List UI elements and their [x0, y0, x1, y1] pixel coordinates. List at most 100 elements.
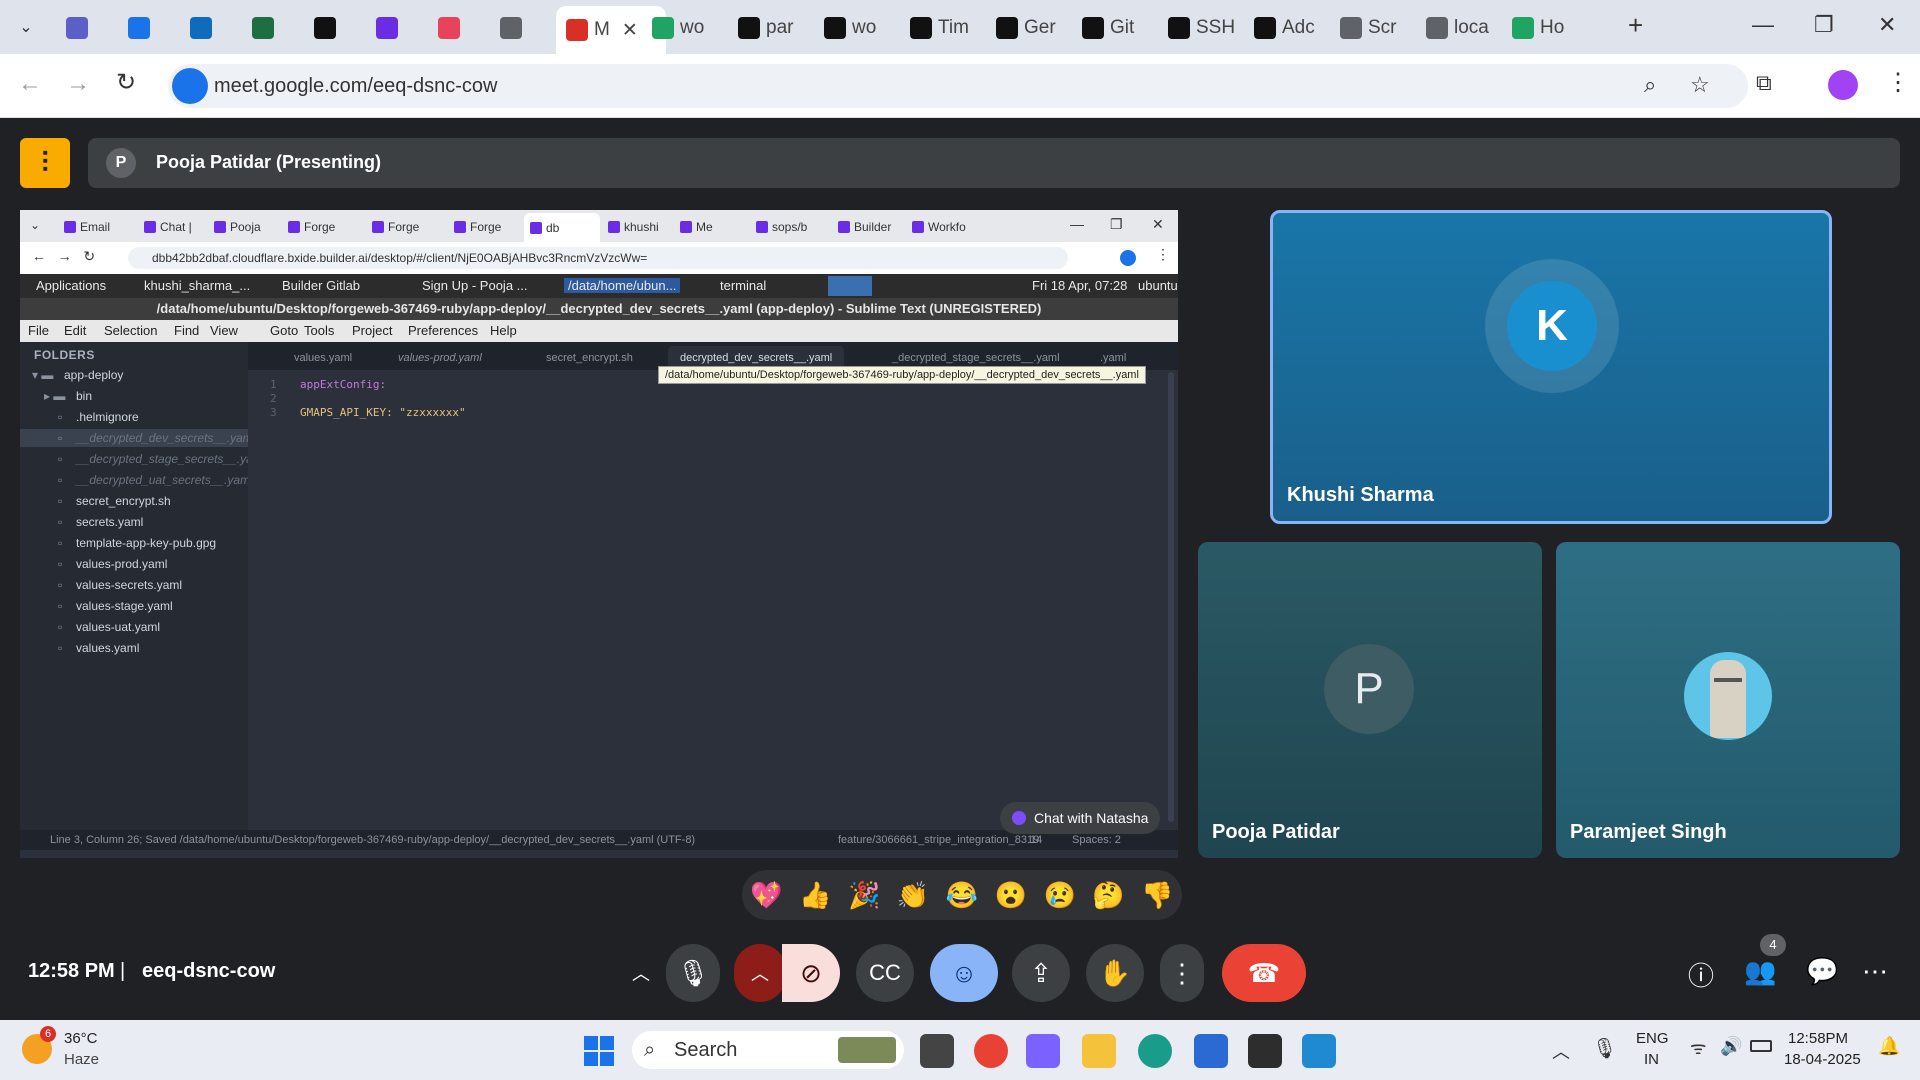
participant-tile-pooja[interactable]: P Pooja Patidar	[1198, 542, 1542, 858]
tab-search-button[interactable]: ⌄	[12, 14, 40, 42]
taskbar-date[interactable]: 18-04-2025	[1784, 1051, 1861, 1068]
browser-tab[interactable]: Tim	[900, 8, 978, 48]
new-tab-button[interactable]: +	[1628, 10, 1643, 41]
close-window-button[interactable]: ✕	[1878, 12, 1896, 38]
wifi-icon[interactable]: ᯤ	[1690, 1036, 1706, 1060]
word-icon[interactable]	[1194, 1034, 1228, 1068]
start-button[interactable]	[584, 1036, 614, 1066]
browser-tab[interactable]: Ger	[986, 8, 1064, 48]
shared-tab-label: Pooja	[230, 220, 261, 234]
restore-button[interactable]: ❐	[1814, 12, 1834, 38]
ubuntu-task-4: /data/home/ubun...	[564, 278, 681, 293]
browser-tab-label: Scr	[1368, 17, 1397, 38]
copilot-icon[interactable]	[1026, 1034, 1060, 1068]
shared-tab-icon	[372, 221, 384, 233]
people-icon[interactable]: 👥	[1744, 956, 1776, 987]
raise-hand-button[interactable]: ✋	[1086, 944, 1144, 1002]
browser-menu-button[interactable]: ⋮	[1886, 68, 1910, 97]
camera-off-button[interactable]: ⊘	[782, 944, 840, 1002]
volume-icon[interactable]: 🔊	[1720, 1036, 1742, 1057]
chat-with-natasha-button[interactable]: Chat with Natasha	[1000, 802, 1160, 834]
participant-tile-paramjeet[interactable]: Paramjeet Singh	[1556, 542, 1900, 858]
browser-tab[interactable]: Ho	[1502, 8, 1580, 48]
browser-tab[interactable]: Scr	[1330, 8, 1408, 48]
presentation-layout-icon[interactable]: ⫶	[20, 138, 70, 188]
task-view-icon[interactable]	[920, 1034, 954, 1068]
audio-options-button[interactable]: ︿	[616, 944, 666, 1002]
time-divider: |	[120, 960, 126, 982]
reaction-emoji[interactable]: 👍	[799, 880, 831, 911]
tray-mic-icon[interactable]: 🎙	[1592, 1036, 1617, 1061]
reaction-emoji[interactable]: 👏	[897, 880, 929, 911]
globe-icon	[500, 17, 522, 39]
browser-tab[interactable]: loca	[1416, 8, 1494, 48]
sublime-menu-item: Edit	[64, 323, 87, 338]
file-icon: ▫	[58, 473, 63, 487]
editor-scrollbar[interactable]	[1168, 372, 1174, 822]
reaction-emoji[interactable]: 👎	[1141, 880, 1173, 911]
tray-expand-icon[interactable]: ︿	[1552, 1038, 1570, 1064]
reaction-emoji[interactable]: 💖	[750, 880, 782, 911]
present-button[interactable]: ⇪	[1012, 944, 1070, 1002]
shared-tab-label: Email	[80, 220, 111, 234]
shared-tab-icon	[144, 221, 156, 233]
shared-tab: sops/b	[750, 215, 820, 239]
sidebar-item: secrets.yaml	[76, 515, 144, 529]
taskbar-search-label: Search	[674, 1039, 738, 1061]
activities-icon[interactable]: ⋯	[1862, 956, 1888, 987]
captions-button[interactable]: CC	[856, 944, 914, 1002]
mic-indicator-icon[interactable]	[172, 68, 208, 104]
more-options-button[interactable]: ⋮	[1160, 944, 1204, 1002]
minimize-button[interactable]: —	[1752, 12, 1774, 38]
browser-tab-label: M	[594, 19, 610, 40]
taskbar-search[interactable]: ⌕ Search	[632, 1031, 904, 1069]
edge-icon[interactable]	[1138, 1034, 1172, 1068]
microphone-button[interactable]: 🎙	[666, 944, 720, 1002]
browser-tab[interactable]: Git	[1072, 8, 1150, 48]
browser-tab-label: par	[766, 17, 794, 38]
emoji-button[interactable]: ☺	[930, 944, 998, 1002]
file-explorer-icon[interactable]	[1082, 1034, 1116, 1068]
shared-tab: Forge	[448, 215, 518, 239]
chrome-taskbar-icon[interactable]	[974, 1034, 1008, 1068]
taskbar-time[interactable]: 12:58PM	[1788, 1030, 1848, 1047]
meeting-info-icon[interactable]: ⓘ	[1688, 956, 1714, 993]
reaction-emoji[interactable]: 🤔	[1092, 880, 1124, 911]
language-indicator[interactable]: ENG	[1636, 1030, 1669, 1047]
reload-button[interactable]: ↻	[116, 68, 136, 97]
browser-tab[interactable]: wo	[642, 8, 720, 48]
meeting-code: eeq-dsnc-cow	[142, 960, 276, 982]
terminal-icon[interactable]	[1248, 1034, 1282, 1068]
reaction-emoji[interactable]: 😢	[1044, 880, 1076, 911]
reaction-emoji[interactable]: 😮	[995, 880, 1027, 911]
folder-icon: ▸ ▬	[44, 389, 66, 403]
browser-tab[interactable]: SSH	[1158, 8, 1236, 48]
sidebar-item: __decrypted_dev_secrets__.yaml	[76, 431, 256, 445]
reaction-emoji[interactable]: 😂	[946, 880, 978, 911]
bookmark-star-icon[interactable]: ☆	[1690, 72, 1710, 98]
browser-tab[interactable]: wo	[814, 8, 892, 48]
sidebar-item: .helmignore	[76, 410, 139, 424]
forward-button[interactable]: →	[66, 70, 90, 98]
leave-call-button[interactable]: ☎	[1222, 944, 1306, 1002]
notification-icon[interactable]: 🔔	[1878, 1036, 1900, 1057]
file-icon: ▫	[58, 494, 63, 508]
close-tab-icon[interactable]: ✕	[622, 19, 638, 42]
browser-tab[interactable]: Adc	[1244, 8, 1322, 48]
zoom-icon[interactable]: ⌕	[1644, 72, 1656, 98]
url-field[interactable]: meet.google.com/eeq-dsnc-cow ⌕ ☆	[168, 64, 1748, 108]
profile-avatar[interactable]	[1828, 70, 1858, 100]
extensions-icon[interactable]: ⧉	[1756, 70, 1772, 96]
editor-tab-1: values-prod.yaml	[398, 352, 482, 364]
reaction-emoji[interactable]: 🎉	[848, 880, 880, 911]
presenting-banner: P Pooja Patidar (Presenting)	[88, 138, 1900, 188]
chat-icon[interactable]: 💬	[1806, 956, 1838, 987]
participant-tile-khushi[interactable]: K Khushi Sharma	[1270, 210, 1832, 524]
back-button[interactable]: ←	[18, 70, 42, 98]
github-icon	[824, 17, 846, 39]
battery-icon[interactable]	[1750, 1040, 1772, 1052]
participant-avatar: P	[1324, 644, 1414, 734]
video-options-button[interactable]: ︿	[734, 944, 786, 1002]
vscode-icon[interactable]	[1302, 1034, 1336, 1068]
browser-tab[interactable]: par	[728, 8, 806, 48]
